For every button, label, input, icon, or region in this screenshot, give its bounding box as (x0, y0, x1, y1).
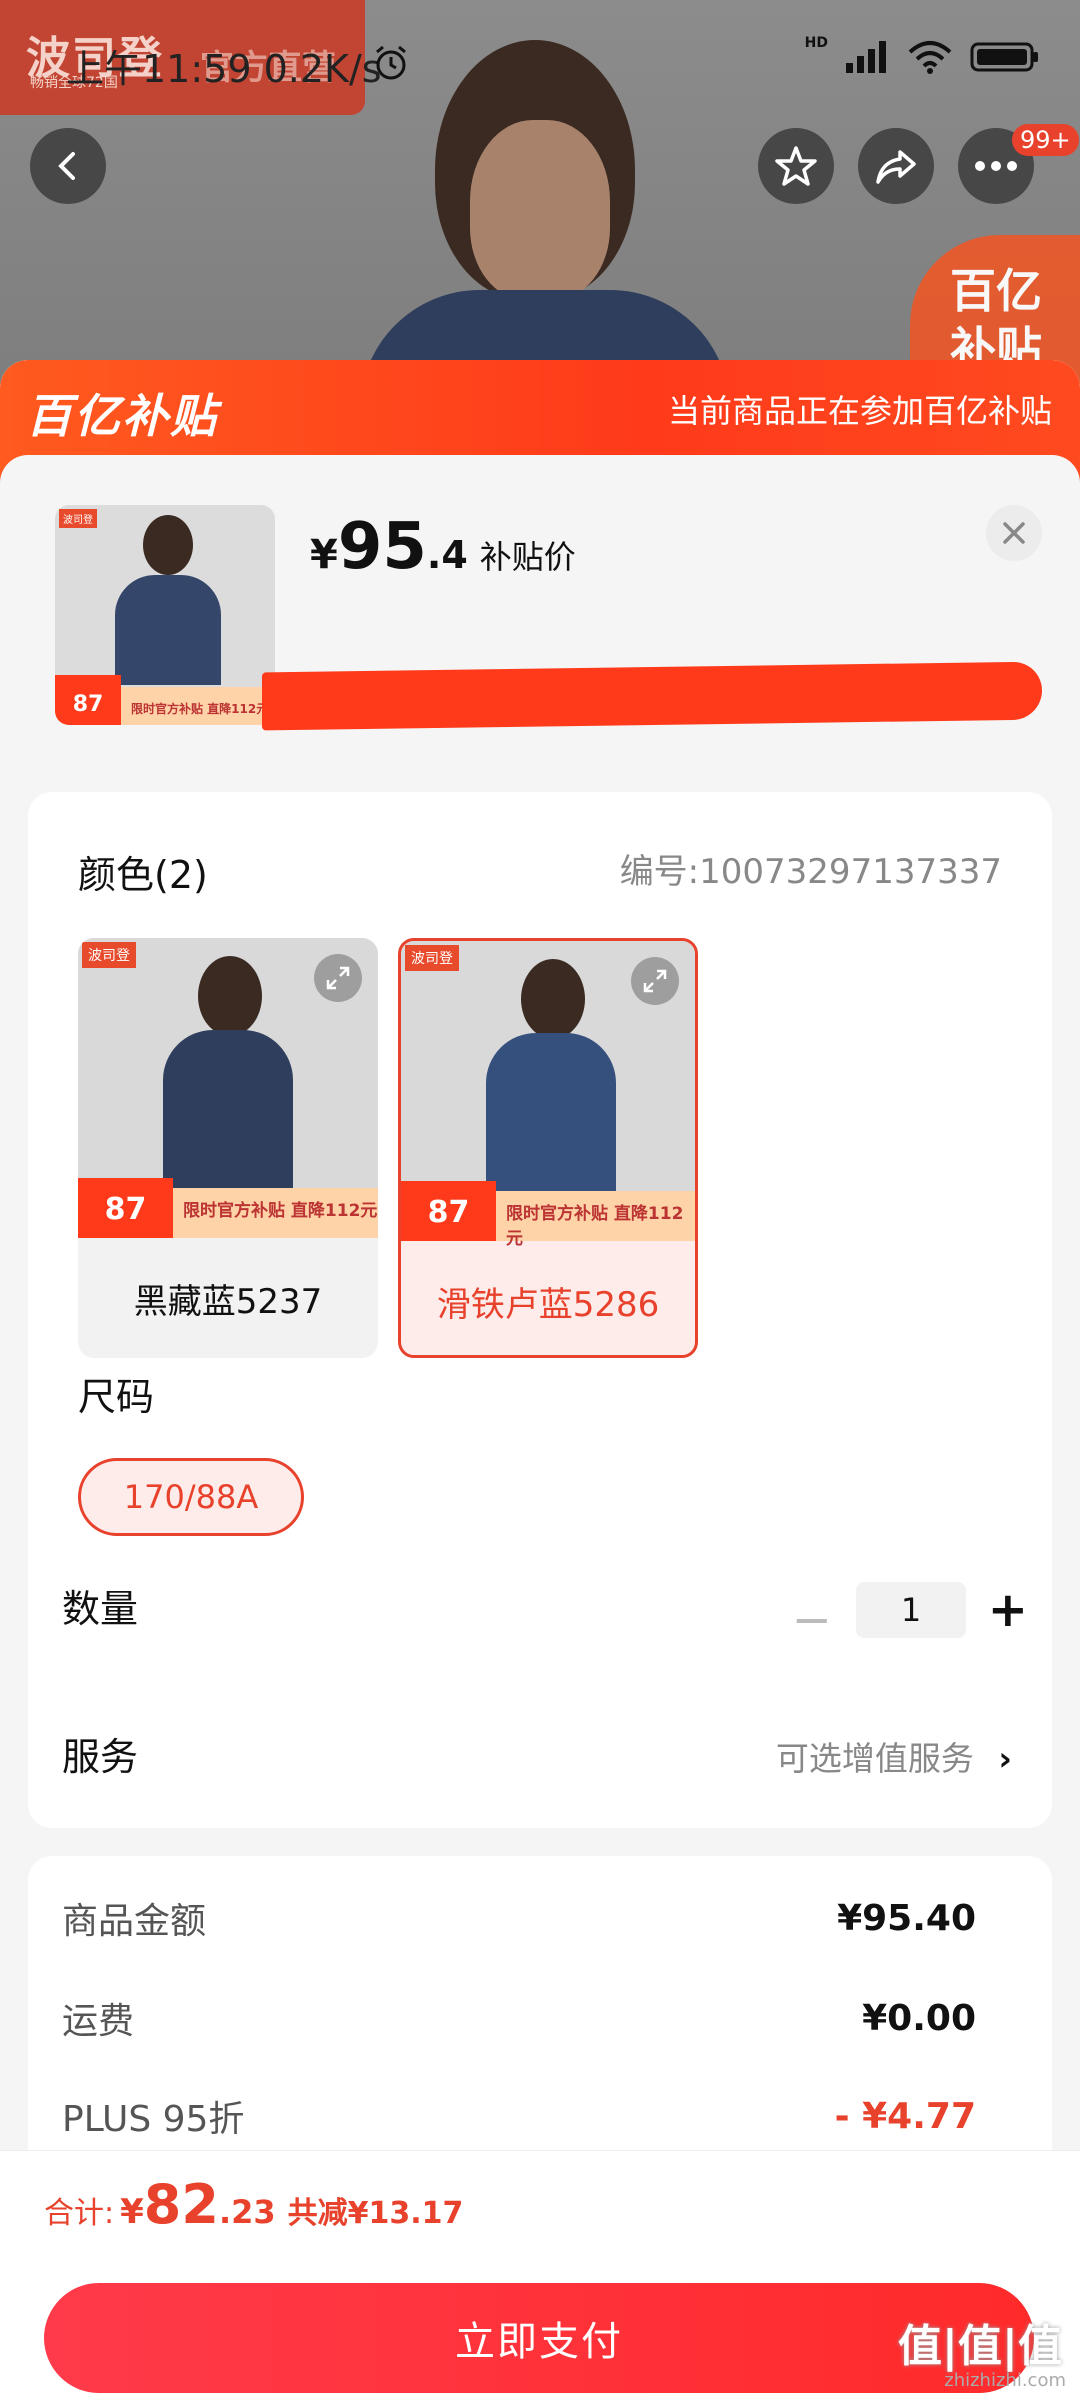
star-icon (775, 146, 817, 186)
size-title: 尺码 (78, 1375, 155, 1419)
promo-text: 限时官方补贴 直降112元 (183, 1201, 378, 1221)
price-label: 补贴价 (479, 538, 576, 576)
close-button[interactable] (986, 505, 1042, 561)
message-count-badge: 99+ (1012, 124, 1079, 156)
fee-value: ¥0.00 (862, 1997, 976, 2039)
product-image-backdrop: 波司登 畅销全球72国 官方直营 上午11:59 0.2K/s HD 99+ 百… (0, 0, 1080, 420)
quantity-increase-button[interactable]: + (988, 1582, 1028, 1638)
color-option-label: 滑铁卢蓝5286 (436, 1284, 660, 1325)
net-speed-text: 0.2K/s (263, 47, 382, 91)
service-selector[interactable]: 可选增值服务 › (776, 1732, 1012, 1780)
fee-row-goods: 商品金额 ¥95.40 (62, 1892, 976, 1944)
status-time: 上午11:59 0.2K/s (66, 38, 382, 93)
thumb-promo-text: 限时官方补贴 直降112元 (131, 702, 269, 716)
options-card: 颜色(2) 编号:10073297137337 87 限时官方补贴 直降112元… (28, 792, 1052, 1828)
corner-tag-line1: 百亿 (950, 264, 1042, 318)
hd-label: HD (804, 35, 828, 51)
chevron-right-icon: › (998, 1739, 1012, 1778)
battery-icon (970, 42, 1038, 72)
chevron-left-icon (58, 152, 75, 180)
thumb-model-head (143, 515, 193, 575)
redaction-mark (262, 661, 1042, 731)
fee-value: - ¥4.77 (834, 2095, 976, 2137)
watermark: 值|值|值 (897, 2321, 1062, 2372)
fee-label: 运费 (62, 2001, 135, 2042)
price-decimal: .4 (426, 533, 468, 577)
thumb-price: 87 (55, 675, 121, 725)
quantity-decrease-button[interactable]: − (792, 1592, 832, 1648)
color-option-1[interactable]: 87 限时官方补贴 直降112元 波司登 黑藏蓝5237 (78, 938, 378, 1358)
total-label: 合计: (44, 2196, 115, 2231)
price-integer: 95 (337, 510, 427, 584)
expand-icon (643, 969, 667, 993)
service-title: 服务 (62, 1735, 139, 1779)
close-icon (1003, 522, 1025, 544)
back-button[interactable] (30, 128, 106, 204)
total-decimal: .23 (218, 2193, 276, 2231)
size-option-170-88a[interactable]: 170/88A (78, 1458, 304, 1536)
fee-row-shipping: 运费 ¥0.00 (62, 1992, 976, 2044)
total-summary: 合计: ¥ 82 .23 共减¥13.17 (44, 2173, 463, 2236)
store-logo: 波司登 (405, 945, 459, 971)
promo-price: 87 (78, 1178, 173, 1238)
alarm-icon (376, 45, 406, 80)
fee-label: 商品金额 (62, 1901, 207, 1942)
subsidy-note: 当前商品正在参加百亿补贴 (667, 392, 1052, 430)
purchase-sheet: 百亿补贴 当前商品正在参加百亿补贴 87 限时官方补贴 直降112元 波司登 ¥… (0, 360, 1080, 2400)
service-value-text: 可选增值服务 (775, 1739, 974, 1778)
store-logo: 波司登 (82, 942, 136, 968)
color-title: 颜色(2) (78, 853, 208, 897)
expand-icon (326, 966, 350, 990)
color-option-label: 黑藏蓝5237 (133, 1281, 323, 1322)
quantity-title: 数量 (62, 1587, 139, 1631)
favorite-button[interactable] (758, 128, 834, 204)
total-currency: ¥ (120, 2192, 144, 2232)
product-thumbnail[interactable]: 87 限时官方补贴 直降112元 波司登 (55, 505, 275, 725)
thumb-model-body (115, 575, 221, 685)
color-option-2[interactable]: 87 限时官方补贴 直降112元 波司登 滑铁卢蓝5286 (398, 938, 698, 1358)
price-currency: ¥ (310, 532, 338, 578)
thumb-store-logo: 波司登 (59, 509, 97, 528)
pay-now-button[interactable]: 立即支付 (44, 2283, 1034, 2393)
share-button[interactable] (858, 128, 934, 204)
model-face (470, 120, 610, 300)
fee-label: PLUS 95折 (62, 2099, 245, 2140)
clock-text: 上午11:59 (66, 47, 252, 91)
subsidy-logo: 百亿补贴 (26, 389, 218, 443)
expand-image-button[interactable] (314, 954, 362, 1002)
expand-image-button[interactable] (631, 957, 679, 1005)
more-dots-icon (975, 161, 1017, 171)
product-summary: 87 限时官方补贴 直降112元 波司登 ¥ 95 .4 补贴价 (0, 455, 1080, 857)
signal-icon (846, 41, 886, 73)
quantity-input[interactable]: 1 (856, 1582, 966, 1638)
fee-row-plus-discount: PLUS 95折 - ¥4.77 (62, 2090, 976, 2142)
fee-value: ¥95.40 (837, 1897, 976, 1939)
promo-price: 87 (401, 1181, 496, 1241)
share-icon (876, 150, 916, 184)
total-saved: 共减¥13.17 (287, 2196, 464, 2231)
wifi-icon (908, 41, 952, 74)
model-head (521, 959, 585, 1039)
total-integer: 82 (143, 2173, 219, 2236)
model-head (198, 956, 262, 1036)
model-body (486, 1033, 616, 1193)
product-serial: 编号:10073297137337 (619, 852, 1002, 892)
watermark-url: zhizhizhi.com (944, 2370, 1066, 2391)
status-icons: HD (805, 35, 1040, 74)
model-body (163, 1030, 293, 1190)
subsidy-price: ¥ 95 .4 补贴价 (310, 510, 576, 584)
